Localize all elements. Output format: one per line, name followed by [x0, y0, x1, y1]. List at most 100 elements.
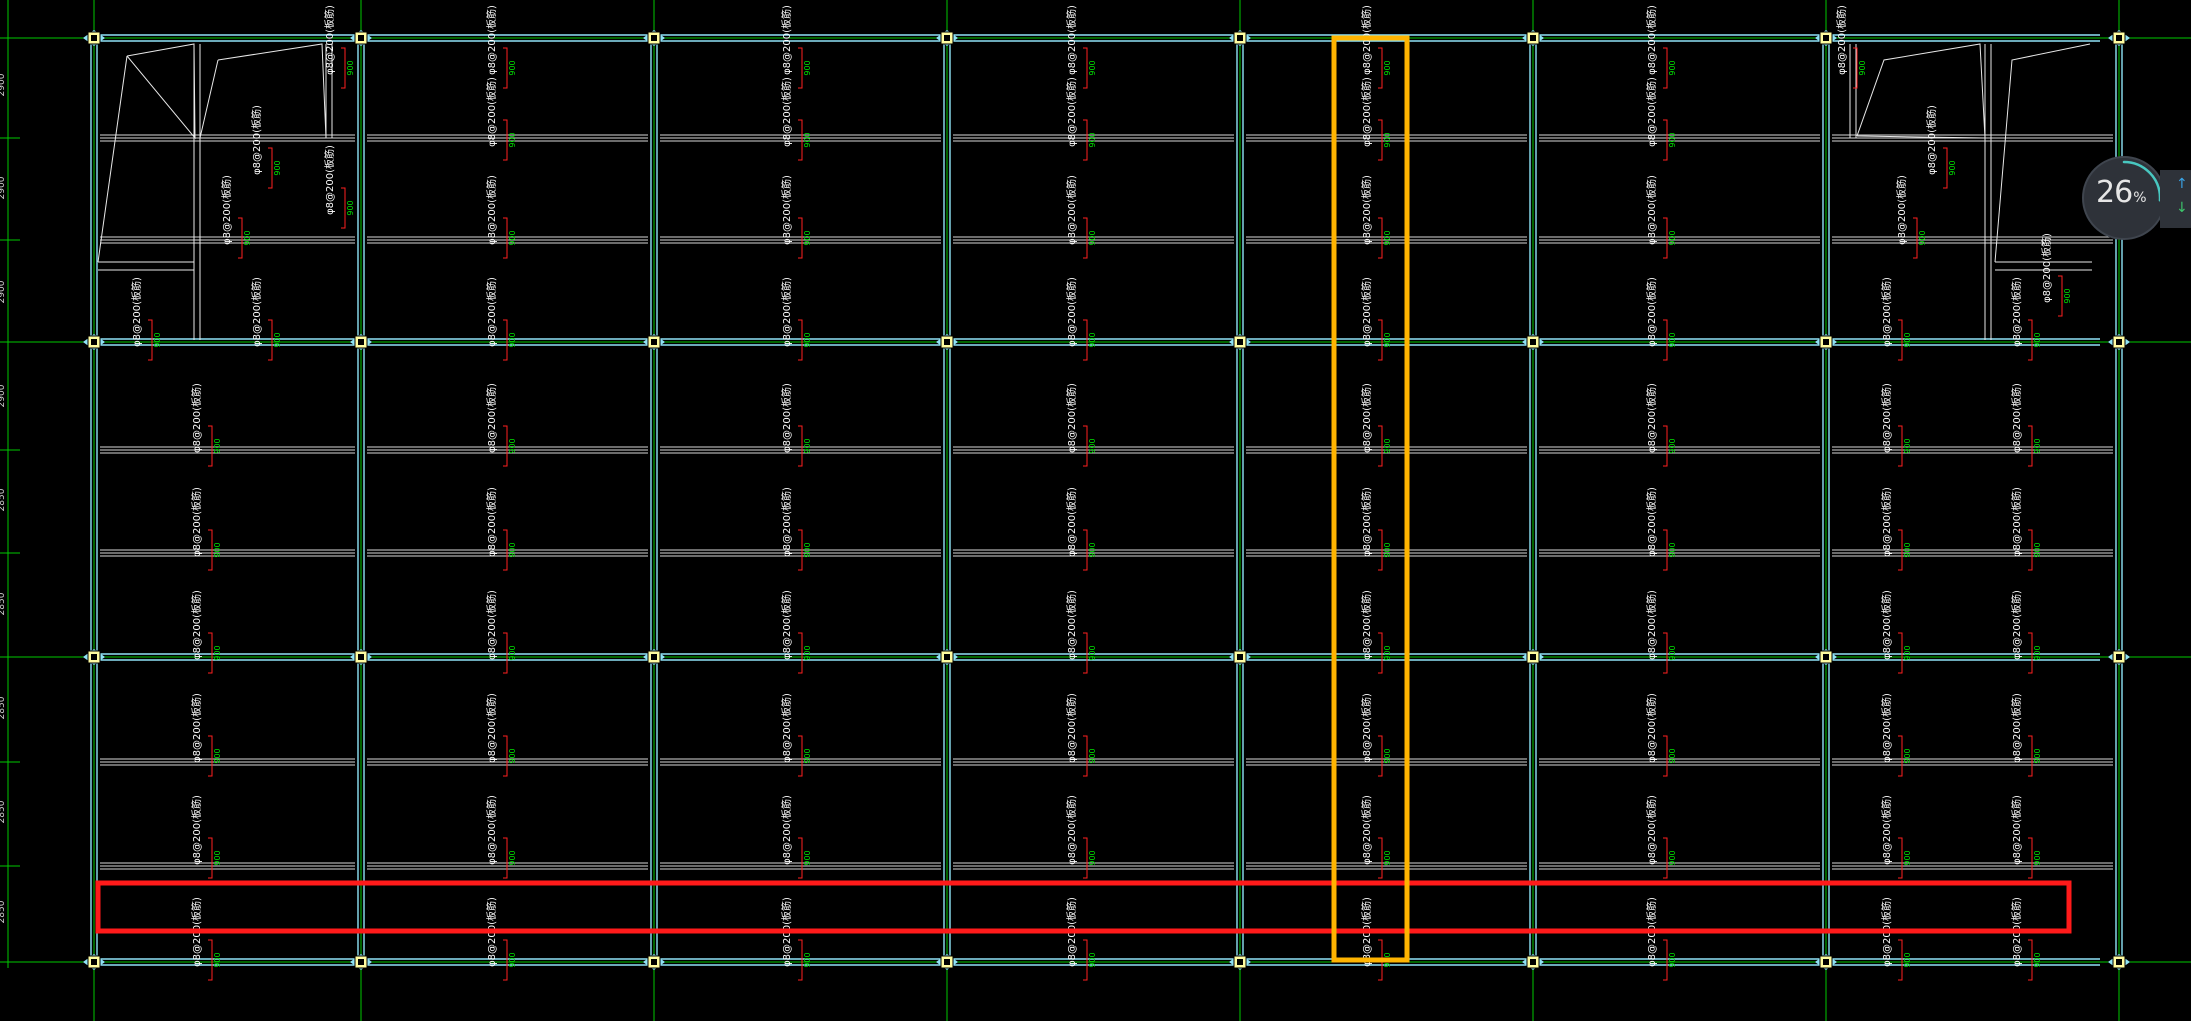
- rebar-label-text: φ8@200(板筋): [1645, 487, 1658, 557]
- rebar-spacing-text: 900: [1088, 748, 1097, 763]
- column-core: [2116, 959, 2122, 965]
- rebar-label-text: φ8@200(板筋): [485, 277, 498, 347]
- rebar-label-text: φ8@200(板筋): [1645, 277, 1658, 347]
- rebar-label-text: φ8@200(板筋): [1360, 277, 1373, 347]
- rebar-spacing-text: 900: [2033, 850, 2042, 865]
- rebar-label-text: φ8@200(板筋): [1835, 5, 1848, 75]
- rebar-label-text: φ8@200(板筋): [250, 105, 263, 175]
- rebar-spacing-text: 900: [1088, 850, 1097, 865]
- rebar-label-text: φ8@200(板筋): [190, 795, 203, 865]
- column-core: [1237, 959, 1243, 965]
- memory-percent-sign: %: [2133, 190, 2146, 206]
- rebar-spacing-text: 900: [1903, 332, 1912, 347]
- column-core: [358, 339, 364, 345]
- rebar-spacing-text: 900: [346, 60, 355, 75]
- rebar-spacing-text: 900: [508, 230, 517, 245]
- rebar-spacing-text: 900: [1903, 438, 1912, 453]
- rebar-label-text: φ8@200(板筋): [485, 383, 498, 453]
- column-core: [91, 959, 97, 965]
- rebar-spacing-text: 900: [273, 332, 282, 347]
- rebar-spacing-text: 900: [243, 230, 252, 245]
- rebar-label-text: φ8@200(板筋): [485, 487, 498, 557]
- column-core: [91, 339, 97, 345]
- rebar-spacing-text: 900: [1668, 952, 1677, 967]
- column-core: [1530, 339, 1536, 345]
- column-core: [651, 339, 657, 345]
- rebar-spacing-text: 900: [1383, 60, 1392, 75]
- cad-drawing-canvas[interactable]: φ8@200(板筋) 900 φ8@200(板筋) 900 φ8@200(板筋) 900 φ…: [0, 0, 2191, 1021]
- rebar-label-text: φ8@200(板筋): [1360, 175, 1373, 245]
- rebar-spacing-text: 900: [213, 850, 222, 865]
- rebar-spacing-text: 900: [213, 542, 222, 557]
- rebar-spacing-text: 900: [213, 748, 222, 763]
- dimension-label: 2900: [0, 384, 7, 407]
- rebar-label-text: φ8@200(板筋): [1065, 5, 1078, 75]
- rebar-label-text: φ8@200(板筋): [1360, 487, 1373, 557]
- rebar-label-text: φ8@200(板筋): [1880, 383, 1893, 453]
- rebar-spacing-text: 900: [1383, 438, 1392, 453]
- rebar-spacing-text: 900: [1088, 542, 1097, 557]
- dimension-label: 2850: [0, 696, 7, 719]
- rebar-label-text: φ8@200(板筋): [1360, 77, 1373, 147]
- rebar-label-text: φ8@200(板筋): [780, 795, 793, 865]
- column-core: [1823, 959, 1829, 965]
- rebar-label-text: φ8@200(板筋): [190, 590, 203, 660]
- rebar-label-text: φ8@200(板筋): [1880, 795, 1893, 865]
- column-core: [91, 654, 97, 660]
- rebar-label-text: φ8@200(板筋): [190, 383, 203, 453]
- column-core: [2116, 35, 2122, 41]
- rebar-label-text: φ8@200(板筋): [1065, 795, 1078, 865]
- rebar-label-text: φ8@200(板筋): [1065, 175, 1078, 245]
- rebar-label-text: φ8@200(板筋): [485, 693, 498, 763]
- rebar-spacing-text: 900: [1383, 850, 1392, 865]
- rebar-spacing-text: 900: [1383, 132, 1392, 147]
- rebar-spacing-text: 900: [273, 160, 282, 175]
- rebar-spacing-text: 900: [1903, 748, 1912, 763]
- rebar-label-text: φ8@200(板筋): [323, 145, 336, 215]
- rebar-label-text: φ8@200(板筋): [1360, 693, 1373, 763]
- memory-usage-widget[interactable]: 26% ↑ ↓: [2082, 156, 2191, 246]
- rebar-spacing-text: 900: [803, 438, 812, 453]
- rebar-label-text: φ8@200(板筋): [485, 77, 498, 147]
- rebar-spacing-text: 900: [2033, 542, 2042, 557]
- column-core: [358, 654, 364, 660]
- rebar-spacing-text: 900: [2063, 288, 2072, 303]
- rebar-label-text: φ8@200(板筋): [780, 175, 793, 245]
- column-core: [651, 959, 657, 965]
- column-core: [1237, 654, 1243, 660]
- rebar-spacing-text: 900: [1903, 850, 1912, 865]
- rebar-spacing-text: 900: [1088, 60, 1097, 75]
- rebar-label-text: φ8@200(板筋): [1065, 77, 1078, 147]
- rebar-spacing-text: 900: [2033, 952, 2042, 967]
- rebar-spacing-text: 900: [2033, 438, 2042, 453]
- rebar-label-text: φ8@200(板筋): [2010, 277, 2023, 347]
- rebar-label-text: φ8@200(板筋): [250, 277, 263, 347]
- memory-percent: 26%: [2096, 178, 2147, 213]
- rebar-label-text: φ8@200(板筋): [190, 693, 203, 763]
- rebar-spacing-text: 900: [1668, 645, 1677, 660]
- rebar-spacing-text: 900: [508, 332, 517, 347]
- rebar-label-text: φ8@200(板筋): [323, 5, 336, 75]
- rebar-spacing-text: 900: [2033, 748, 2042, 763]
- arrow-up-icon: ↑: [2176, 176, 2188, 192]
- column-core: [1237, 339, 1243, 345]
- rebar-label-text: φ8@200(板筋): [780, 487, 793, 557]
- rebar-spacing-text: 900: [1668, 542, 1677, 557]
- column-core: [1823, 35, 1829, 41]
- rebar-spacing-text: 900: [1088, 332, 1097, 347]
- rebar-label-text: φ8@200(板筋): [1880, 693, 1893, 763]
- rebar-label-text: φ8@200(板筋): [1645, 795, 1658, 865]
- rebar-spacing-text: 900: [803, 952, 812, 967]
- rebar-spacing-text: 900: [213, 438, 222, 453]
- rebar-label-text: φ8@200(板筋): [190, 487, 203, 557]
- rebar-spacing-text: 900: [1903, 542, 1912, 557]
- rebar-label-text: φ8@200(板筋): [1925, 105, 1938, 175]
- column-core: [1530, 654, 1536, 660]
- column-core: [1530, 35, 1536, 41]
- rebar-label-text: φ8@200(板筋): [130, 277, 143, 347]
- dimension-label: 2850: [0, 592, 7, 615]
- column-core: [944, 654, 950, 660]
- rebar-label-text: φ8@200(板筋): [1065, 277, 1078, 347]
- rebar-spacing-text: 900: [1088, 132, 1097, 147]
- rebar-spacing-text: 900: [346, 200, 355, 215]
